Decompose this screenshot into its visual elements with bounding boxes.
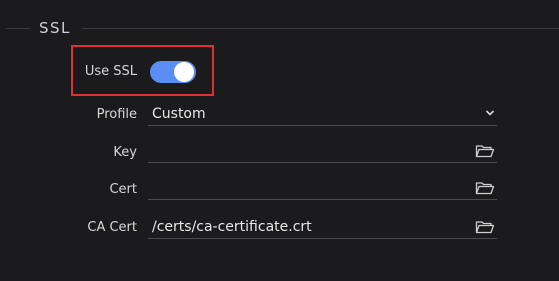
use-ssl-toggle[interactable] — [150, 61, 196, 83]
key-input[interactable] — [148, 140, 497, 163]
profile-label: Profile — [96, 107, 137, 122]
section-title: SSL — [39, 19, 71, 37]
chevron-down-icon — [485, 110, 495, 116]
ca-cert-input[interactable]: /certs/ca-certificate.crt — [148, 216, 497, 239]
cert-input[interactable] — [148, 177, 497, 200]
ca-cert-label: CA Cert — [87, 220, 137, 235]
toggle-knob — [174, 62, 194, 82]
cert-label: Cert — [109, 182, 137, 197]
profile-value: Custom — [152, 106, 206, 122]
profile-select[interactable]: Custom — [148, 103, 497, 126]
divider — [82, 28, 559, 29]
ca-cert-value: /certs/ca-certificate.crt — [152, 219, 312, 235]
use-ssl-label: Use SSL — [84, 64, 137, 79]
folder-open-icon[interactable] — [475, 143, 495, 159]
divider — [6, 28, 30, 29]
folder-open-icon[interactable] — [475, 180, 495, 196]
folder-open-icon[interactable] — [475, 219, 495, 235]
section-header: SSL — [0, 18, 559, 40]
key-label: Key — [113, 145, 137, 160]
